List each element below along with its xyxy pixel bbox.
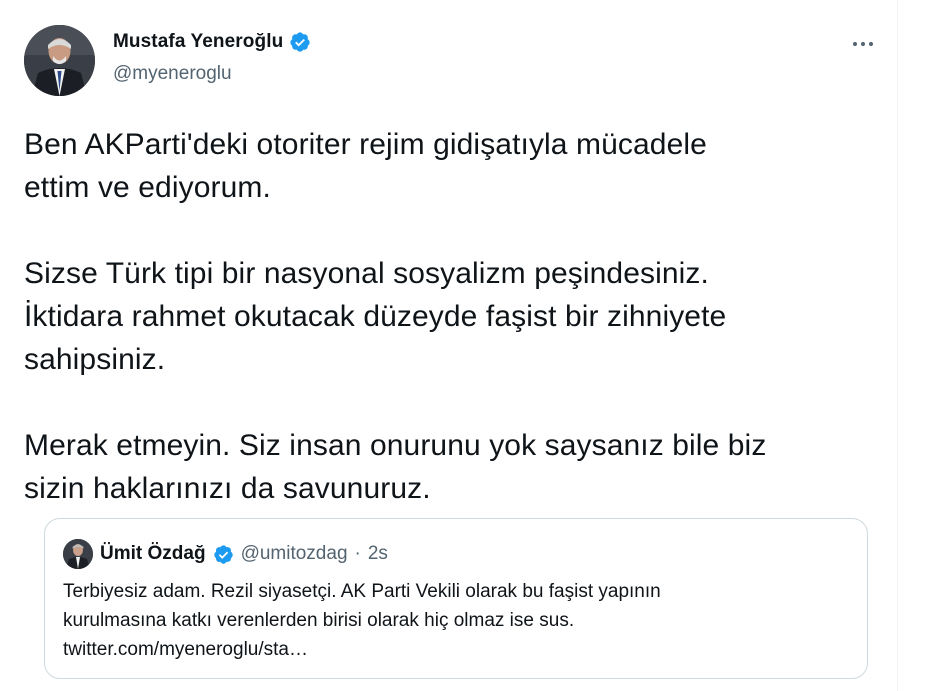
- quoted-separator: ·: [354, 543, 361, 564]
- quoted-tweet[interactable]: Ümit Özdağ @umitozdag · 2s Terbiyesiz ad…: [44, 518, 868, 679]
- tweet: Mustafa Yeneroğlu @myeneroglu Ben AKPart…: [24, 25, 874, 679]
- column-divider: [897, 0, 898, 691]
- quoted-link[interactable]: twitter.com/myeneroglu/sta…: [63, 635, 843, 664]
- quoted-timestamp[interactable]: 2s: [368, 543, 388, 565]
- quoted-text-line: kurulmasına katkı verenlerden birisi ola…: [63, 610, 575, 631]
- quoted-profile-photo-icon: [63, 539, 93, 569]
- more-options-icon: [853, 42, 873, 46]
- tweet-header: Mustafa Yeneroğlu @myeneroglu: [24, 25, 874, 97]
- verified-badge-icon: [289, 31, 311, 53]
- more-options-button[interactable]: [848, 33, 878, 55]
- quoted-tweet-text: Terbiyesiz adam. Rezil siyasetçi. AK Par…: [63, 577, 843, 664]
- author-name-row: Mustafa Yeneroğlu: [113, 31, 311, 53]
- quoted-tweet-header: Ümit Özdağ @umitozdag · 2s: [63, 539, 388, 569]
- profile-photo-icon: [24, 25, 95, 96]
- quoted-author-handle: @umitozdag: [240, 543, 348, 564]
- quoted-author-name: Ümit Özdağ: [100, 543, 206, 564]
- author-display-name[interactable]: Mustafa Yeneroğlu: [113, 31, 283, 53]
- quoted-author-avatar[interactable]: [63, 539, 93, 569]
- quoted-verified-badge-icon: [213, 544, 234, 565]
- tweet-page: Mustafa Yeneroğlu @myeneroglu Ben AKPart…: [0, 0, 925, 691]
- tweet-text: Ben AKParti'deki otoriter rejim gidişatı…: [24, 128, 767, 505]
- author-handle[interactable]: @myeneroglu: [113, 63, 232, 85]
- author-avatar[interactable]: [24, 25, 95, 96]
- quoted-text-line: Terbiyesiz adam. Rezil siyasetçi. AK Par…: [63, 581, 661, 602]
